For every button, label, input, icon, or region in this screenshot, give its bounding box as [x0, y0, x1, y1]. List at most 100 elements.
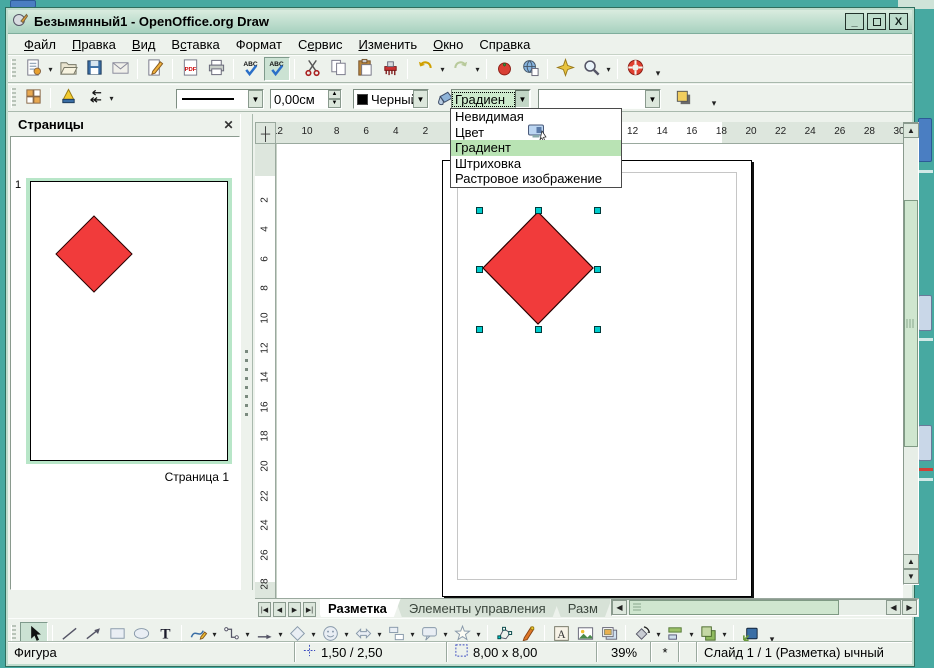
close-button[interactable]: X: [889, 13, 908, 30]
cut-button[interactable]: [299, 57, 325, 81]
new-document-dropdown-icon[interactable]: ▾: [46, 57, 55, 81]
toolbar-overflow-button[interactable]: ▾: [652, 57, 664, 81]
spin-up-icon[interactable]: ▲: [328, 90, 341, 99]
hyperlink-button[interactable]: [517, 57, 543, 81]
drawing-canvas[interactable]: [276, 144, 903, 598]
menu-Правка[interactable]: Правка: [64, 35, 124, 54]
toolbar-grip[interactable]: [11, 59, 16, 79]
paste-button[interactable]: [351, 57, 377, 81]
fill-type-value[interactable]: Градиен: [452, 92, 515, 107]
open-button[interactable]: [55, 57, 81, 81]
scroll-up-icon[interactable]: ▲: [903, 123, 919, 138]
scroll-left-icon[interactable]: ◀: [886, 600, 901, 615]
vertical-scroll-thumb[interactable]: [904, 200, 918, 447]
line-style-dropdown-button[interactable]: ▼: [248, 90, 263, 108]
line-color-dropdown-button[interactable]: ▼: [413, 90, 428, 108]
gallery-button[interactable]: [491, 57, 517, 81]
line-width-value[interactable]: 0,00см: [271, 92, 328, 107]
export-pdf-button[interactable]: PDF: [177, 57, 203, 81]
selection-handle[interactable]: [594, 207, 601, 214]
status-size[interactable]: 8,00 x 8,00: [448, 643, 596, 661]
selection-handle[interactable]: [476, 326, 483, 333]
pages-panel[interactable]: 1 Страница 1: [10, 136, 240, 590]
dropdown-item[interactable]: Растровое изображение: [451, 171, 621, 187]
desktop-icon[interactable]: [10, 0, 36, 8]
scroll-left-icon[interactable]: ◀: [612, 600, 627, 615]
menu-Файл[interactable]: Файл: [16, 35, 64, 54]
spin-down-icon[interactable]: ▼: [328, 99, 341, 108]
new-document-button[interactable]: [20, 57, 46, 81]
line-width-field[interactable]: 0,00см ▲▼: [270, 89, 342, 109]
desktop-icon[interactable]: [918, 425, 932, 461]
tab-Разметка[interactable]: Разметка: [320, 598, 401, 617]
glue-points-button[interactable]: [55, 86, 81, 110]
page-grid-button[interactable]: [20, 86, 46, 110]
scroll-right-icon[interactable]: ▶: [902, 600, 917, 615]
redo-dropdown-icon[interactable]: ▾: [473, 57, 482, 81]
scroll-down-icon[interactable]: ▼: [903, 569, 919, 584]
panel-splitter[interactable]: [240, 114, 253, 590]
last-page-tab-icon[interactable]: ▶|: [303, 602, 316, 617]
fill-name-combo[interactable]: ▼: [538, 89, 661, 109]
toolbar-overflow-button[interactable]: ▾: [708, 87, 720, 111]
panel-close-icon[interactable]: ✕: [221, 117, 236, 132]
next-page-tab-icon[interactable]: ▶: [288, 602, 301, 617]
line-color-combo[interactable]: Черный ▼: [353, 89, 429, 109]
line-width-spinner[interactable]: ▲▼: [328, 90, 341, 108]
selection-handle[interactable]: [535, 207, 542, 214]
status-position[interactable]: 1,50 / 2,50: [296, 643, 446, 661]
fill-name-dropdown-button[interactable]: ▼: [645, 90, 660, 108]
copy-button[interactable]: [325, 57, 351, 81]
selection-handle[interactable]: [476, 207, 483, 214]
fill-type-combo[interactable]: Градиен ▼: [451, 89, 531, 109]
zoom-button[interactable]: [578, 57, 604, 81]
menu-Окно[interactable]: Окно: [425, 35, 471, 54]
selection-handle[interactable]: [535, 326, 542, 333]
selection-handle[interactable]: [594, 326, 601, 333]
desktop-icon[interactable]: [918, 295, 932, 331]
scroll-up-icon[interactable]: ▲: [903, 554, 919, 569]
help-button[interactable]: [622, 57, 648, 81]
undo-button[interactable]: [412, 57, 438, 81]
navigator-button[interactable]: [552, 57, 578, 81]
fill-type-dropdown-button[interactable]: ▼: [515, 90, 530, 108]
selection-handle[interactable]: [476, 266, 483, 273]
drawing-page[interactable]: [442, 160, 752, 597]
auto-spellcheck-button[interactable]: ABC: [264, 57, 290, 81]
arrow-style-button[interactable]: [81, 86, 107, 110]
ruler-origin-box[interactable]: ┼: [255, 122, 276, 144]
page-thumbnail[interactable]: [30, 181, 228, 461]
menu-Изменить[interactable]: Изменить: [350, 35, 425, 54]
undo-dropdown-icon[interactable]: ▾: [438, 57, 447, 81]
menu-Формат[interactable]: Формат: [228, 35, 290, 54]
save-button[interactable]: [81, 57, 107, 81]
minimize-button[interactable]: _: [845, 13, 864, 30]
tab-Разм[interactable]: Разм: [554, 598, 610, 617]
maximize-button[interactable]: [867, 13, 886, 30]
desktop-icon[interactable]: [918, 118, 932, 162]
menu-Вставка[interactable]: Вставка: [163, 35, 227, 54]
arrow-style-dropdown-icon[interactable]: ▾: [107, 86, 116, 110]
toolbar-grip[interactable]: [11, 88, 16, 108]
edit-file-button[interactable]: [142, 57, 168, 81]
document-as-email-button[interactable]: [107, 57, 133, 81]
line-style-combo[interactable]: ▼: [176, 89, 264, 109]
titlebar[interactable]: Безымянный1 - OpenOffice.org Draw _ X: [8, 10, 912, 34]
vertical-ruler[interactable]: 246810121416182022242628: [255, 144, 276, 598]
menu-Вид[interactable]: Вид: [124, 35, 164, 54]
horizontal-scroll-thumb[interactable]: [629, 600, 839, 615]
zoom-dropdown-icon[interactable]: ▾: [604, 57, 613, 81]
selection-handle[interactable]: [594, 266, 601, 273]
prev-page-tab-icon[interactable]: ◀: [273, 602, 286, 617]
menu-Сервис[interactable]: Сервис: [290, 35, 351, 54]
status-zoom[interactable]: 39%: [598, 645, 650, 660]
menu-Справка[interactable]: Справка: [471, 35, 538, 54]
print-button[interactable]: [203, 57, 229, 81]
spellcheck-button[interactable]: ABC: [238, 57, 264, 81]
diamond-shape[interactable]: [443, 161, 751, 596]
dropdown-item[interactable]: Штриховка: [451, 156, 621, 172]
first-page-tab-icon[interactable]: |◀: [258, 602, 271, 617]
format-paintbrush-button[interactable]: [377, 57, 403, 81]
tab-Элементы управления[interactable]: Элементы управления: [395, 598, 560, 617]
redo-button[interactable]: [447, 57, 473, 81]
